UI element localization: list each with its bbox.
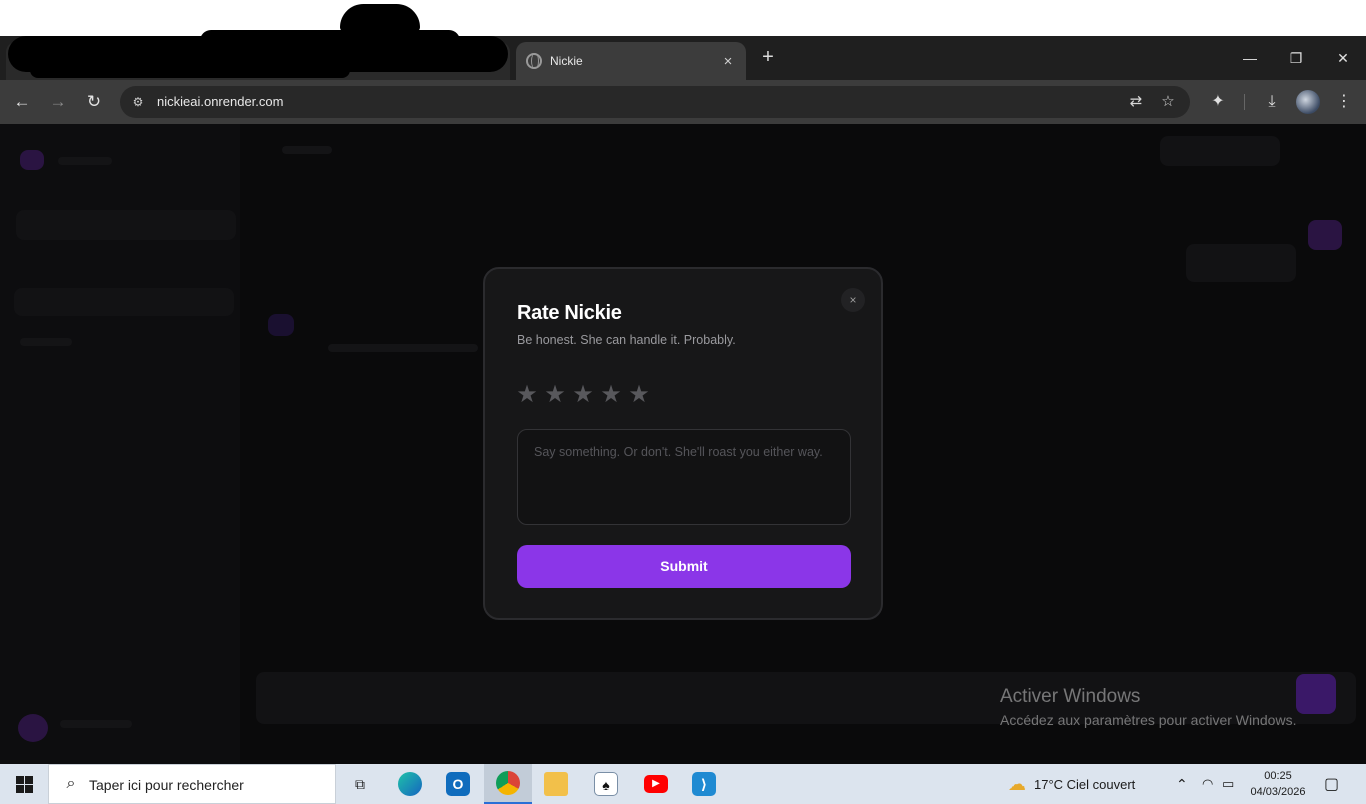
redaction-mark	[200, 30, 460, 52]
clock-time: 00:25	[1264, 770, 1292, 782]
chrome-button[interactable]	[484, 764, 532, 804]
star-icon[interactable]: ★	[544, 383, 566, 407]
user-message-bubble	[1186, 244, 1296, 282]
file-explorer-button[interactable]	[532, 764, 580, 804]
globe-icon	[526, 53, 542, 69]
sidebar-logo	[20, 150, 44, 170]
chrome-icon	[496, 771, 520, 795]
feedback-textarea[interactable]	[517, 429, 851, 525]
restore-button[interactable]: ❐	[1273, 44, 1319, 72]
tab-nickie[interactable]: Nickie ×	[516, 42, 746, 80]
forward-icon[interactable]: →	[44, 88, 72, 116]
menu-kebab-icon[interactable]: ⋮	[1332, 90, 1356, 114]
toolbar-divider	[1244, 94, 1245, 110]
notification-icon[interactable]: ▢	[1324, 764, 1339, 804]
modal-title: Rate Nickie	[517, 302, 622, 324]
windows-logo-icon	[16, 785, 24, 793]
reload-icon[interactable]: ↻	[80, 88, 108, 116]
start-button[interactable]	[0, 764, 48, 804]
edge-icon	[398, 772, 422, 796]
bot-avatar	[268, 314, 294, 336]
url-text[interactable]: nickieai.onrender.com	[157, 94, 283, 109]
browser-toolbar: ← → ↻ ⚙ nickieai.onrender.com ⇄ ☆ ✦ ⤓ ⋮	[0, 80, 1366, 124]
cards-icon: ♠	[594, 772, 618, 796]
user-message-avatar	[1308, 220, 1342, 250]
sidebar-brand	[58, 157, 112, 165]
send-button	[1296, 674, 1336, 714]
site-settings-icon[interactable]: ⚙	[130, 94, 146, 110]
clock-date: 04/03/2026	[1250, 786, 1306, 798]
sidebar-chat-item	[14, 288, 234, 316]
close-window-button[interactable]: ✕	[1320, 44, 1366, 72]
youtube-button[interactable]: ▶	[632, 764, 680, 804]
tab-title: Nickie	[550, 54, 583, 68]
back-icon[interactable]: ←	[8, 88, 36, 116]
new-chat-button	[16, 210, 236, 240]
new-tab-button[interactable]: +	[756, 46, 780, 70]
task-view-icon: ⧉	[355, 776, 365, 792]
star-icon[interactable]: ★	[600, 383, 622, 407]
profile-avatar[interactable]	[1296, 90, 1320, 114]
youtube-icon: ▶	[644, 775, 668, 793]
cloud-sun-icon: ☁	[1008, 773, 1026, 794]
extensions-icon[interactable]: ✦	[1206, 90, 1230, 114]
vscode-icon: ⟩	[692, 772, 716, 796]
address-bar[interactable]: ⚙ nickieai.onrender.com ⇄ ☆	[120, 86, 1190, 118]
chat-header-title	[282, 146, 332, 154]
redaction-mark	[30, 62, 350, 78]
wifi-icon[interactable]: ◠	[1202, 764, 1213, 804]
weather-widget[interactable]: ☁ 17°C Ciel couvert	[1008, 764, 1135, 804]
user-name	[60, 720, 132, 728]
task-view-button[interactable]: ⧉	[336, 764, 384, 804]
windows-logo-icon	[25, 785, 33, 793]
windows-taskbar: ⌕ Taper ici pour rechercher ⧉ O ♠ ▶ ⟩ ☁ …	[0, 764, 1366, 804]
tab-close-icon[interactable]: ×	[720, 53, 736, 70]
redaction-mark	[340, 4, 420, 32]
folder-icon	[544, 772, 568, 796]
user-avatar	[18, 714, 48, 742]
taskbar-search[interactable]: ⌕ Taper ici pour rechercher	[48, 764, 336, 804]
search-icon: ⌕	[66, 775, 76, 792]
modal-close-icon[interactable]: ×	[841, 288, 865, 312]
translate-icon[interactable]: ⇄	[1126, 92, 1146, 112]
header-button	[1160, 136, 1280, 166]
bot-message-text	[328, 344, 478, 352]
vscode-button[interactable]: ⟩	[680, 764, 728, 804]
taskbar-search-text: Taper ici pour rechercher	[89, 777, 244, 793]
windows-logo-icon	[16, 776, 24, 784]
windows-logo-icon	[25, 776, 33, 784]
app-page-backdrop: × Rate Nickie Be honest. She can handle …	[0, 124, 1366, 764]
watermark-title: Activer Windows	[1000, 686, 1141, 707]
sidebar-chat-item	[20, 338, 72, 346]
outlook-icon: O	[446, 772, 470, 796]
weather-text: 17°C Ciel couvert	[1034, 776, 1136, 792]
star-icon[interactable]: ★	[628, 383, 650, 407]
submit-button[interactable]: Submit	[517, 545, 851, 588]
modal-subtitle: Be honest. She can handle it. Probably.	[517, 333, 736, 347]
download-icon[interactable]: ⤓	[1260, 90, 1284, 114]
star-rating: ★ ★ ★ ★ ★	[516, 383, 650, 407]
tray-expand-icon[interactable]: ⌃	[1176, 764, 1188, 804]
taskbar-clock[interactable]: 00:25 04/03/2026	[1246, 768, 1310, 800]
watermark-subtitle: Accédez aux paramètres pour activer Wind…	[1000, 712, 1297, 728]
solitaire-button[interactable]: ♠	[582, 764, 630, 804]
outlook-button[interactable]: O	[434, 764, 482, 804]
star-icon[interactable]: ★	[572, 383, 594, 407]
activate-windows-watermark: Activer Windows Accédez aux paramètres p…	[1000, 686, 1296, 728]
edge-button[interactable]	[386, 764, 434, 804]
bookmark-star-icon[interactable]: ☆	[1158, 92, 1178, 112]
rating-modal: × Rate Nickie Be honest. She can handle …	[483, 267, 883, 620]
battery-icon[interactable]: ▭	[1222, 764, 1234, 804]
minimize-button[interactable]: —	[1227, 44, 1273, 72]
star-icon[interactable]: ★	[516, 383, 538, 407]
